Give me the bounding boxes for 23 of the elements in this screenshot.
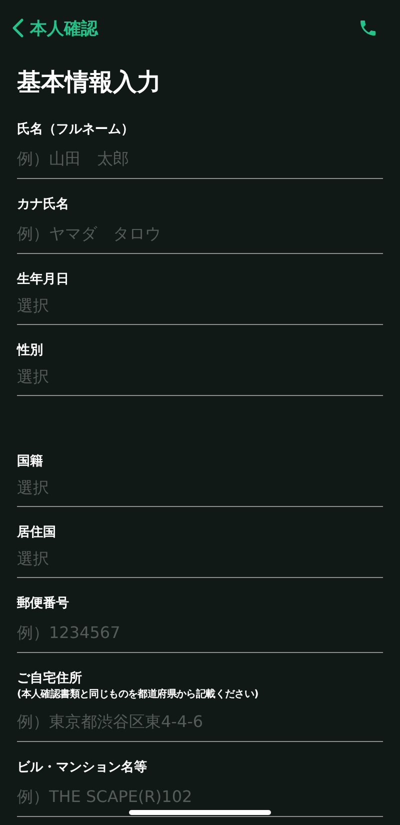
phone-icon[interactable] [358,18,378,38]
field-label: 氏名（フルネーム） [17,121,135,139]
text-field[interactable]: 例）ヤマダ タロウ [17,214,383,254]
select-field[interactable]: 選択 [17,542,383,578]
text-field[interactable]: 例）THE SCAPE(R)102 [17,777,383,817]
select-field[interactable]: 選択 [17,360,383,396]
page-title: 基本情報入力 [17,67,162,98]
field-label: 居住国 [17,524,57,542]
text-field[interactable]: 例）山田 太郎 [17,139,383,179]
back-button[interactable]: 本人確認 [8,12,102,44]
select-field[interactable]: 選択 [17,289,383,325]
field-label: ご自宅住所 [17,670,83,688]
select-field[interactable]: 選択 [17,471,383,507]
chevron-left-icon [12,18,24,38]
field-label: 国籍 [17,453,44,471]
text-field[interactable]: 例）東京都渋谷区東4-4-6 [17,702,383,742]
text-field[interactable]: 例）1234567 [17,613,383,653]
field-label: 性別 [17,342,44,360]
field-label: カナ氏名 [17,196,70,214]
field-label: ビル・マンション名等 [17,759,148,777]
field-note: (本人確認書類と同じものを都道府県から記載ください) [17,688,260,702]
field-label: 郵便番号 [17,595,70,613]
field-label: 生年月日 [17,271,70,289]
